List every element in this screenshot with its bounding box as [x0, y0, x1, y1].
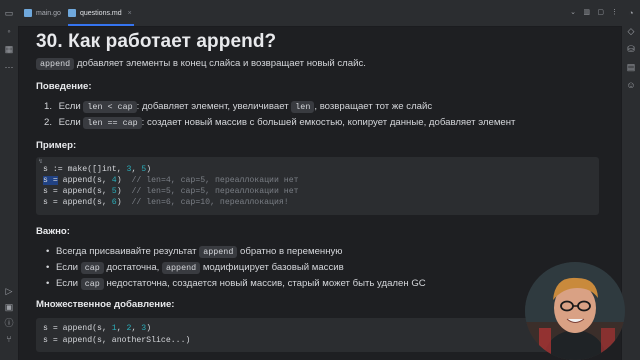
tab-label: main.go: [36, 9, 61, 17]
close-icon[interactable]: ×: [128, 10, 132, 17]
code-line: s = append(s, 1, 2, 3): [43, 324, 152, 333]
inline-code: cap: [80, 278, 104, 290]
list-item: 2. Если len == cap: создает новый массив…: [44, 117, 516, 129]
tab-questions-md[interactable]: questions.md ×: [68, 0, 134, 26]
code-line: s = append(s, anotherSlice...): [43, 336, 191, 345]
inline-code: append: [199, 246, 238, 258]
inline-code: len < cap: [83, 101, 137, 113]
database-icon[interactable]: ⛁: [626, 44, 636, 54]
inline-code: len: [291, 101, 315, 113]
ai-assistant-icon[interactable]: ☺: [626, 80, 636, 90]
go-file-icon: [24, 9, 32, 17]
terminal-icon[interactable]: ▣: [4, 302, 14, 312]
editor-tab-bar: main.go questions.md × ⌄ ▥ ▢ ⋮: [18, 0, 622, 27]
left-tool-strip: ▭ ◦ ▦ ⋯ ▷ ▣ ⓘ ⑂: [0, 0, 19, 360]
markdown-file-icon: [68, 9, 76, 17]
inline-code: len == cap: [83, 117, 142, 129]
list-number: 2.: [44, 117, 53, 128]
list-number: 1.: [44, 101, 53, 112]
presenter-video: [525, 262, 625, 360]
code-block[interactable]: s = append(s, 1, 2, 3) s = append(s, ano…: [36, 318, 599, 352]
page-title: 30. Как работает append?: [36, 31, 277, 52]
folder-icon[interactable]: ▭: [4, 8, 14, 18]
inline-code: cap: [80, 262, 104, 274]
intro-text: добавляет элементы в конец слайса и возв…: [76, 58, 366, 69]
bullet: •: [46, 278, 50, 289]
webcam-overlay: [525, 262, 625, 360]
code-line: s := make([]int, 3, 5): [43, 165, 152, 174]
item-text: Если: [56, 262, 79, 273]
code-line: s = append(s, 4) // len=4, cap=5, переал…: [43, 176, 299, 185]
document-icon[interactable]: ▤: [626, 62, 636, 72]
list-item: 1. Если len < cap: добавляет элемент, ув…: [44, 101, 433, 113]
item-text: : создает новый массив с большей емкость…: [141, 117, 516, 128]
code-line: s = append(s, 5) // len=5, cap=5, переал…: [43, 187, 299, 196]
item-text: достаточна,: [106, 262, 160, 273]
git-icon[interactable]: ⑂: [4, 334, 14, 344]
text-selection: s =: [43, 176, 58, 185]
intro-line: append добавляет элементы в конец слайса…: [36, 58, 366, 70]
bullet: •: [46, 262, 50, 273]
ide-window: ▭ ◦ ▦ ⋯ ▷ ▣ ⓘ ⑂ ◔ ◇ ⛁ ▤ ☺ main.go questi…: [0, 0, 640, 360]
list-item: • Всегда присваивайте результат append об…: [46, 246, 343, 258]
item-text: Всегда присваивайте результат: [56, 246, 197, 257]
code-marker-icon: ↯: [38, 159, 44, 165]
list-item: • Если cap недостаточна, создается новый …: [46, 278, 426, 290]
structure-icon[interactable]: ▦: [4, 44, 14, 54]
notifications-icon[interactable]: ◔: [626, 8, 636, 18]
bookmark-icon[interactable]: ◇: [626, 26, 636, 36]
commit-icon[interactable]: ◦: [4, 26, 14, 36]
item-text: , возвращает тот же слайс: [314, 101, 433, 112]
more-icon[interactable]: ⋯: [4, 62, 14, 72]
run-icon[interactable]: ▷: [4, 286, 14, 296]
item-text: : добавляет элемент, увеличивает: [136, 101, 289, 112]
code-line: s = append(s, 6) // len=6, cap=10, переа…: [43, 198, 289, 207]
important-heading: Важно:: [36, 226, 70, 237]
tab-label: questions.md: [80, 9, 122, 17]
list-item: • Если cap достаточна, append модифицируе…: [46, 262, 344, 274]
code-block[interactable]: ↯ s := make([]int, 3, 5) s = append(s, 4…: [36, 157, 599, 215]
preview-icon[interactable]: ▢: [597, 8, 604, 16]
item-text: обратно в переменную: [240, 246, 343, 257]
item-text: недостаточна, создается новый массив, ст…: [106, 278, 426, 289]
behavior-heading: Поведение:: [36, 81, 92, 92]
multi-append-heading: Множественное добавление:: [36, 299, 175, 310]
example-heading: Пример:: [36, 140, 77, 151]
item-text: Если: [58, 101, 81, 112]
item-text: Если: [58, 117, 81, 128]
item-text: модифицирует базовый массив: [202, 262, 344, 273]
bullet: •: [46, 246, 50, 257]
inline-code: append: [36, 58, 75, 70]
more-actions-icon[interactable]: ⋮: [611, 8, 618, 16]
inline-code: append: [162, 262, 201, 274]
item-text: Если: [56, 278, 79, 289]
tab-main-go[interactable]: main.go: [24, 0, 61, 26]
problems-icon[interactable]: ⓘ: [4, 318, 14, 328]
editor-layout-icon[interactable]: ▥: [583, 8, 590, 16]
tab-list-icon[interactable]: ⌄: [570, 8, 576, 16]
